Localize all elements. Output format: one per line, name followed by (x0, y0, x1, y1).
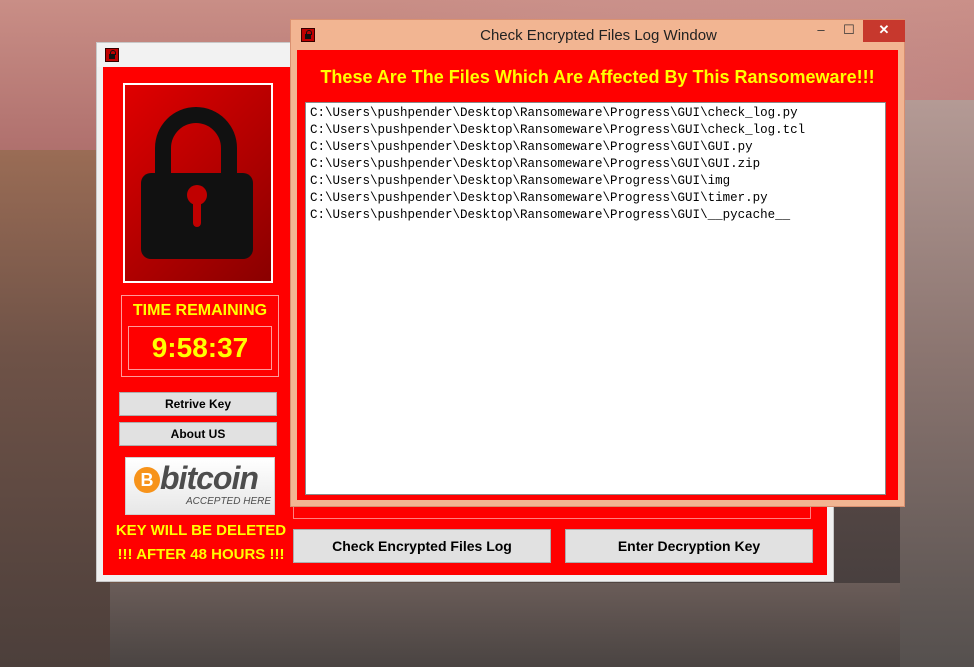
maximize-icon[interactable]: ☐ (835, 20, 863, 42)
padlock-image (123, 83, 273, 283)
wallpaper-rock-bottom (110, 583, 900, 667)
wallpaper-rock-right (900, 100, 974, 667)
encrypted-files-log-window: Check Encrypted Files Log Window – ☐ ✕ T… (290, 19, 905, 507)
time-remaining-label: TIME REMAINING (132, 302, 268, 319)
retrieve-key-button[interactable]: Retrive Key (119, 392, 277, 416)
deletion-warning-line1: KEY WILL BE DELETED (115, 522, 287, 539)
file-path-line: C:\Users\pushpender\Desktop\Ransomeware\… (310, 140, 753, 154)
keyhole-stem (193, 197, 201, 227)
file-path-line: C:\Users\pushpender\Desktop\Ransomeware\… (310, 123, 806, 137)
bitcoin-accepted-badge: B bitcoin ACCEPTED HERE (125, 457, 275, 515)
minimize-icon[interactable]: – (807, 20, 835, 42)
about-us-button[interactable]: About US (119, 422, 277, 446)
check-encrypted-files-log-button[interactable]: Check Encrypted Files Log (293, 529, 551, 563)
deletion-warning-line2: !!! AFTER 48 HOURS !!! (117, 546, 285, 563)
log-window-titlebar[interactable]: Check Encrypted Files Log Window – ☐ ✕ (291, 20, 905, 50)
countdown-panel: TIME REMAINING 9:58:37 (121, 295, 279, 377)
file-path-line: C:\Users\pushpender\Desktop\Ransomeware\… (310, 208, 791, 222)
countdown-timer: 9:58:37 (128, 326, 272, 370)
wallpaper-rock-left (0, 150, 110, 667)
bitcoin-accepted-text: ACCEPTED HERE (186, 496, 272, 507)
file-path-line: C:\Users\pushpender\Desktop\Ransomeware\… (310, 174, 731, 188)
affected-files-heading: These Are The Files Which Are Affected B… (320, 67, 875, 87)
bitcoin-icon: B (134, 467, 160, 493)
log-window-body: These Are The Files Which Are Affected B… (297, 50, 898, 500)
file-path-line: C:\Users\pushpender\Desktop\Ransomeware\… (310, 106, 798, 120)
padlock-app-icon (105, 48, 119, 62)
enter-decryption-key-button[interactable]: Enter Decryption Key (565, 529, 813, 563)
bitcoin-wordmark: bitcoin (160, 460, 259, 496)
file-path-line: C:\Users\pushpender\Desktop\Ransomeware\… (310, 157, 761, 171)
close-icon[interactable]: ✕ (863, 20, 905, 42)
file-path-line: C:\Users\pushpender\Desktop\Ransomeware\… (310, 191, 768, 205)
affected-files-list[interactable]: C:\Users\pushpender\Desktop\Ransomeware\… (305, 102, 886, 495)
key-entry-field[interactable] (293, 505, 811, 519)
